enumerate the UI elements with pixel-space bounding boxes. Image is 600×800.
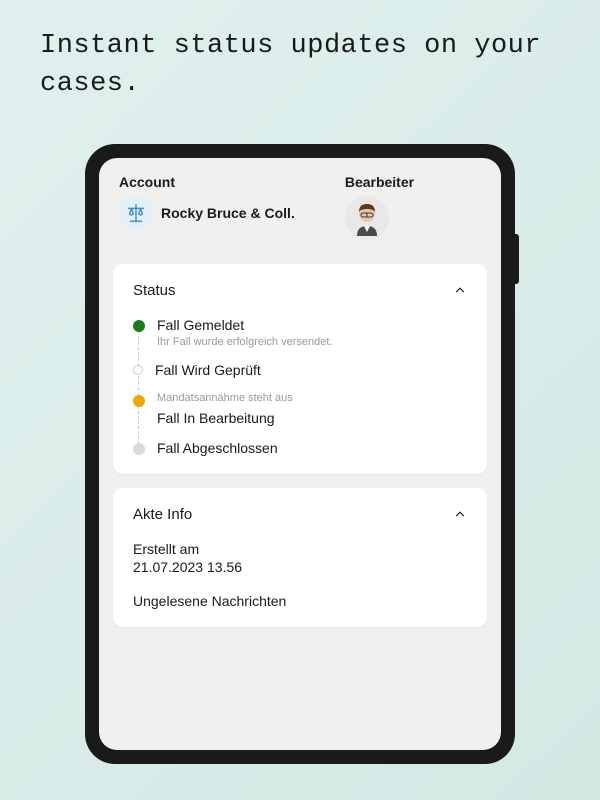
akte-info-card: Akte Info Erstellt am 21.07.2023 13.56 U… xyxy=(113,488,487,627)
timeline-item: Mandatsannahme steht aus Fall In Bearbei… xyxy=(133,392,467,440)
timeline-label: Fall Gemeldet xyxy=(157,317,467,333)
chevron-up-icon xyxy=(453,507,467,521)
status-title: Status xyxy=(133,282,176,299)
status-dot-orange xyxy=(133,395,145,407)
timeline-connector xyxy=(138,331,139,366)
status-dot-hollow xyxy=(133,365,143,375)
status-card-header[interactable]: Status xyxy=(133,282,467,299)
timeline-connector xyxy=(138,376,139,396)
created-label: Erstellt am xyxy=(133,541,467,557)
created-value: 21.07.2023 13.56 xyxy=(133,559,467,575)
status-card: Status Fall Gemeldet Ihr Fall wurde erfo… xyxy=(113,264,487,474)
bearbeiter-label: Bearbeiter xyxy=(345,174,414,190)
timeline-label: Fall In Bearbeitung xyxy=(157,410,467,426)
timeline-sub: Ihr Fall wurde erfolgreich versendet. xyxy=(157,336,467,348)
screen-header: Account Rocky Bruce & Coll. Bearbeiter xyxy=(99,158,501,250)
status-timeline: Fall Gemeldet Ihr Fall wurde erfolgreich… xyxy=(133,317,467,456)
tablet-power-button xyxy=(515,234,519,284)
timeline-label: Fall Abgeschlossen xyxy=(157,440,467,456)
tablet-frame: Account Rocky Bruce & Coll. Bearbeiter xyxy=(85,144,515,764)
avatar-icon xyxy=(345,196,389,240)
timeline-connector xyxy=(138,406,139,444)
unread-label: Ungelesene Nachrichten xyxy=(133,593,467,609)
bearbeiter-avatar[interactable] xyxy=(345,196,389,240)
account-logo xyxy=(119,196,153,230)
timeline-item: Fall Gemeldet Ihr Fall wurde erfolgreich… xyxy=(133,317,467,362)
timeline-item: Fall Abgeschlossen xyxy=(133,440,467,456)
akte-info-header[interactable]: Akte Info xyxy=(133,506,467,523)
timeline-content: Fall Gemeldet Ihr Fall wurde erfolgreich… xyxy=(157,317,467,348)
created-block: Erstellt am 21.07.2023 13.56 xyxy=(133,541,467,575)
timeline-content: Mandatsannahme steht aus Fall In Bearbei… xyxy=(157,392,467,426)
timeline-content: Fall Abgeschlossen xyxy=(157,440,467,456)
status-dot-green xyxy=(133,320,145,332)
timeline-sub: Mandatsannahme steht aus xyxy=(157,392,467,404)
scales-icon xyxy=(125,202,147,224)
chevron-up-icon xyxy=(453,283,467,297)
tablet-screen: Account Rocky Bruce & Coll. Bearbeiter xyxy=(99,158,501,750)
akte-info-title: Akte Info xyxy=(133,506,192,523)
timeline-item: Fall Wird Geprüft xyxy=(133,362,467,392)
bearbeiter-column: Bearbeiter xyxy=(345,174,414,240)
status-dot-grey xyxy=(133,443,145,455)
account-column: Account Rocky Bruce & Coll. xyxy=(119,174,295,240)
promo-headline: Instant status updates on your cases. xyxy=(0,0,600,124)
timeline-label: Fall Wird Geprüft xyxy=(155,362,467,378)
timeline-content: Fall Wird Geprüft xyxy=(155,362,467,378)
account-name: Rocky Bruce & Coll. xyxy=(161,205,295,221)
account-row[interactable]: Rocky Bruce & Coll. xyxy=(119,196,295,230)
account-label: Account xyxy=(119,174,295,190)
